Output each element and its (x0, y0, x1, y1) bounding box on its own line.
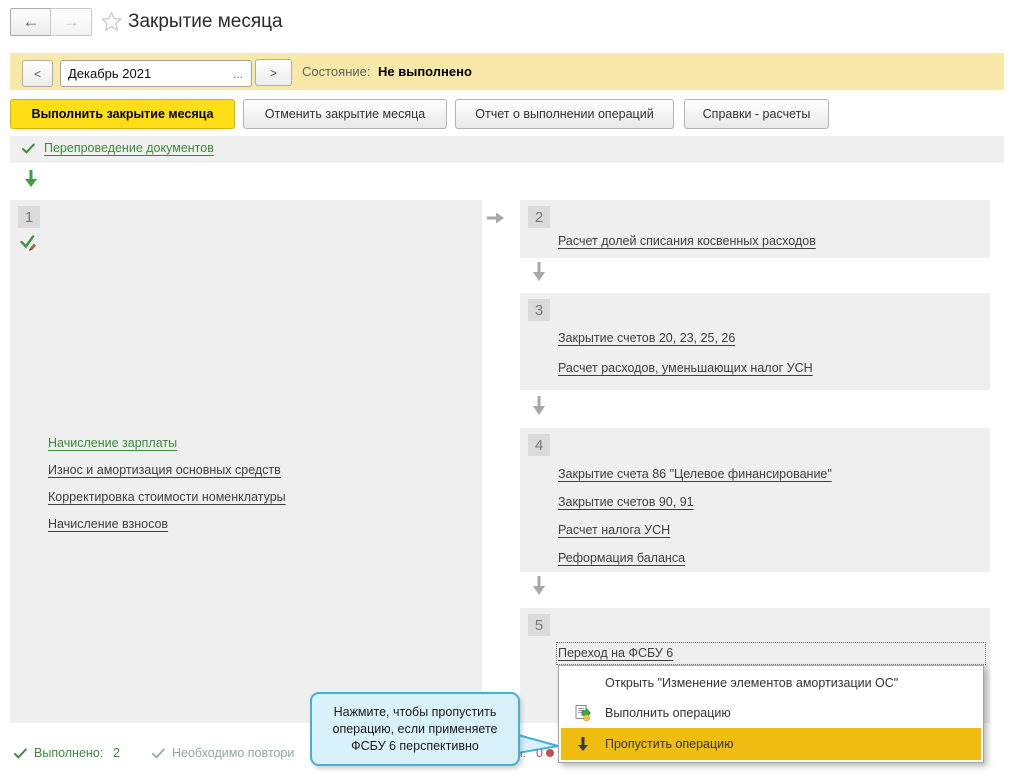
operation-link-fsbu6-transition[interactable]: Переход на ФСБУ 6 (558, 646, 673, 660)
group-3-number: 3 (528, 299, 550, 321)
period-input[interactable]: Декабрь 2021 ... (60, 60, 252, 87)
flow-down-arrow-green-icon (25, 170, 37, 187)
previous-period-button[interactable]: < (22, 60, 53, 87)
tooltip-line-2: операцию, если применяете (332, 721, 498, 736)
status-repeat-fragment: Необходимо повтори (172, 746, 295, 760)
flow-down-arrow-icon (533, 576, 545, 595)
operations-report-button[interactable]: Отчет о выполнении операций (455, 99, 674, 129)
operation-link-usn-expenses[interactable]: Расчет расходов, уменьшающих налог УСН (558, 361, 813, 375)
period-choose-button[interactable]: ... (225, 67, 251, 81)
forward-arrow-icon: → (62, 12, 80, 31)
operation-context-menu: Открыть "Изменение элементов амортизации… (558, 665, 984, 763)
period-value: Декабрь 2021 (68, 66, 152, 81)
flow-down-arrow-icon (533, 262, 545, 281)
flow-right-arrow-icon (487, 212, 504, 224)
operation-link-contributions[interactable]: Начисление взносов (48, 517, 168, 531)
operation-link-salary[interactable]: Начисление зарплаты (48, 436, 177, 450)
perform-closing-button[interactable]: Выполнить закрытие месяца (10, 99, 235, 129)
menu-item-execute-operation[interactable]: Выполнить операцию (561, 698, 981, 728)
execute-operation-icon (561, 704, 605, 722)
cancel-closing-button[interactable]: Отменить закрытие месяца (243, 99, 447, 129)
reposting-link[interactable]: Перепроведение документов (44, 141, 214, 155)
back-arrow-icon: ← (22, 12, 40, 31)
group-2-panel: 2 Расчет долей списания косвенных расход… (520, 200, 990, 258)
operation-link-close-accounts-20-26[interactable]: Закрытие счетов 20, 23, 25, 26 (558, 331, 735, 345)
group-2-number: 2 (528, 206, 550, 228)
operation-link-close-account-86[interactable]: Закрытие счета 86 "Целевое финансировани… (558, 467, 832, 481)
operation-link-cost-adjustment[interactable]: Корректировка стоимости номенклатуры (48, 490, 286, 504)
done-edited-check-icon (20, 235, 37, 251)
status-done-label: Выполнено: (34, 746, 104, 760)
group-5-number: 5 (528, 614, 550, 636)
group-4-number: 4 (528, 434, 550, 456)
next-period-button[interactable]: > (255, 59, 292, 86)
group-4-panel: 4 Закрытие счета 86 "Целевое финансирова… (520, 428, 990, 572)
group-3-panel: 3 Закрытие счетов 20, 23, 25, 26 Расчет … (520, 293, 990, 390)
skip-operation-icon (561, 736, 605, 752)
group-1-panel: 1 Начисление зарплаты Износ и амортизаци… (10, 200, 482, 723)
operation-link-balance-reformation[interactable]: Реформация баланса (558, 551, 685, 565)
tooltip-line-3: ФСБУ 6 перспективно (351, 738, 479, 753)
status-done-value: 2 (113, 746, 120, 760)
back-button[interactable]: ← (10, 8, 52, 36)
state-value: Не выполнено (378, 64, 472, 79)
operation-link-close-accounts-90-91[interactable]: Закрытие счетов 90, 91 (558, 495, 694, 509)
group-1-number: 1 (18, 206, 40, 228)
status-repeat-check-icon (152, 748, 165, 759)
status-done-check-icon (14, 748, 27, 759)
page-title: Закрытие месяца (128, 11, 283, 32)
green-check-icon (22, 143, 35, 154)
operation-link-depreciation[interactable]: Износ и амортизация основных средств (48, 463, 281, 477)
favorite-star-icon[interactable] (101, 11, 122, 32)
calculations-references-button[interactable]: Справки - расчеты (684, 99, 829, 129)
operation-link-indirect-costs[interactable]: Расчет долей списания косвенных расходов (558, 234, 816, 248)
tooltip-line-1: Нажмите, чтобы пропустить (333, 704, 497, 719)
operation-link-usn-tax[interactable]: Расчет налога УСН (558, 523, 670, 537)
state-label: Состояние: (302, 64, 371, 79)
forward-button[interactable]: → (50, 8, 92, 36)
month-closing-window: ← → Закрытие месяца < Декабрь 2021 ... >… (0, 0, 1014, 784)
menu-item-skip-operation[interactable]: Пропустить операцию (561, 728, 981, 760)
menu-item-open-depreciation-change[interactable]: Открыть "Изменение элементов амортизации… (561, 668, 981, 698)
flow-down-arrow-icon (533, 396, 545, 415)
skip-operation-tooltip: Нажмите, чтобы пропустить операцию, если… (310, 692, 520, 766)
